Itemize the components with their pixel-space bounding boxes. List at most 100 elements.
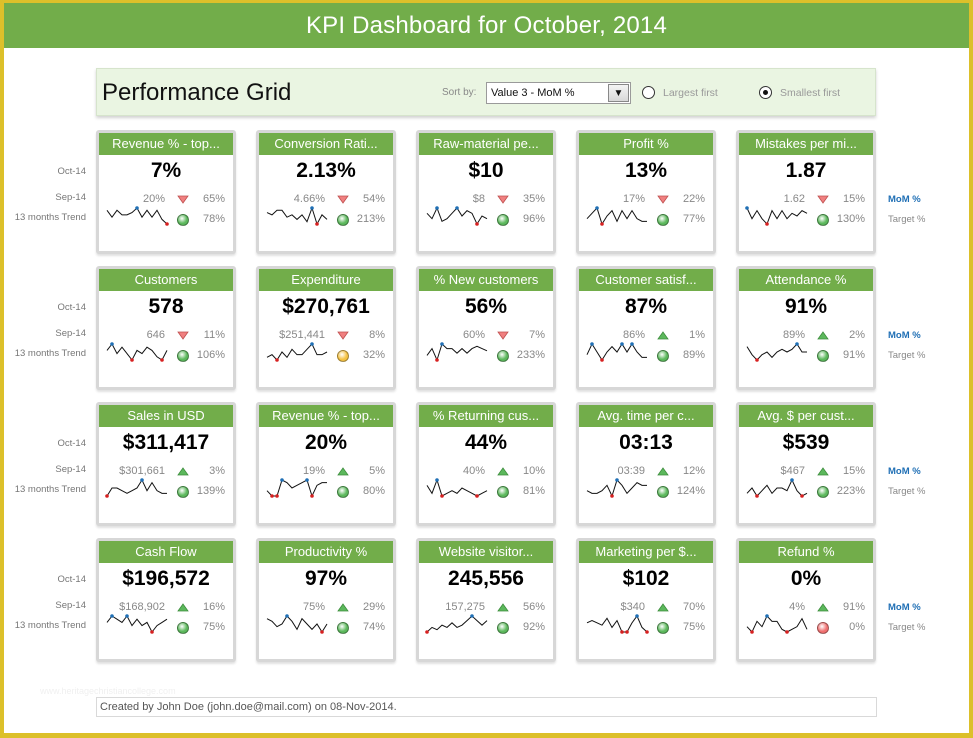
sparkline-low-point bbox=[165, 222, 169, 226]
trend-label: 13 months Trend bbox=[14, 620, 86, 631]
sparkline-high-point bbox=[765, 614, 769, 618]
kpi-card[interactable]: % Returning cus... 44% 40% 10% 81% bbox=[416, 402, 556, 526]
kpi-target-percent: 75% bbox=[682, 621, 705, 633]
current-period-label: Oct-14 bbox=[57, 166, 86, 177]
kpi-target-percent: 106% bbox=[196, 349, 225, 361]
dropdown-arrow-icon[interactable]: ▼ bbox=[608, 84, 629, 102]
kpi-card-title: Customer satisf... bbox=[579, 269, 713, 291]
mom-legend: MoM % bbox=[888, 330, 921, 341]
trend-sparkline bbox=[426, 478, 488, 498]
kpi-previous-value: $467 bbox=[780, 465, 805, 477]
kpi-target-percent: 92% bbox=[522, 621, 545, 633]
sparkline-low-point bbox=[275, 494, 279, 498]
sparkline-low-point bbox=[645, 630, 649, 634]
kpi-previous-value: $301,661 bbox=[119, 465, 165, 477]
trend-sparkline bbox=[746, 478, 808, 498]
target-legend: Target % bbox=[888, 214, 926, 225]
kpi-card[interactable]: Attendance % 91% 89% 2% 91% bbox=[736, 266, 876, 390]
kpi-card-title: % Returning cus... bbox=[419, 405, 553, 427]
kpi-target-percent: 32% bbox=[362, 349, 385, 361]
sparkline-high-point bbox=[305, 478, 309, 482]
target-status-good-icon bbox=[657, 350, 669, 362]
kpi-mom-percent: 16% bbox=[202, 601, 225, 613]
sparkline-high-point bbox=[590, 342, 594, 346]
sparkline-low-point bbox=[150, 630, 154, 634]
mom-legend: MoM % bbox=[888, 602, 921, 613]
kpi-card[interactable]: Avg. $ per cust... $539 $467 15% 223% bbox=[736, 402, 876, 526]
mom-down-triangle-icon bbox=[337, 195, 349, 204]
previous-period-label: Sep-14 bbox=[55, 328, 86, 339]
kpi-card[interactable]: Conversion Rati... 2.13% 4.66% 54% 213% bbox=[256, 130, 396, 254]
trend-sparkline bbox=[106, 614, 168, 634]
target-status-good-icon bbox=[177, 622, 189, 634]
sparkline-path bbox=[586, 342, 647, 361]
kpi-card[interactable]: Profit % 13% 17% 22% 77% bbox=[576, 130, 716, 254]
sparkline-low-point bbox=[600, 222, 604, 226]
sparkline-path bbox=[106, 478, 167, 497]
kpi-card[interactable]: Sales in USD $311,417 $301,661 3% 139% bbox=[96, 402, 236, 526]
kpi-mom-percent: 70% bbox=[682, 601, 705, 613]
mom-down-triangle-icon bbox=[657, 195, 669, 204]
target-legend: Target % bbox=[888, 622, 926, 633]
kpi-card[interactable]: Revenue % - top... 20% 19% 5% 80% bbox=[256, 402, 396, 526]
kpi-target-percent: 139% bbox=[196, 485, 225, 497]
kpi-mom-percent: 54% bbox=[362, 193, 385, 205]
sort-by-value: Value 3 - MoM % bbox=[491, 87, 575, 99]
kpi-card[interactable]: Refund % 0% 4% 91% 0% bbox=[736, 538, 876, 662]
kpi-card[interactable]: Revenue % - top... 7% 20% 65% 78% bbox=[96, 130, 236, 254]
kpi-card[interactable]: Mistakes per mi... 1.87 1.62 15% 130% bbox=[736, 130, 876, 254]
kpi-target-percent: 124% bbox=[676, 485, 705, 497]
kpi-target-percent: 80% bbox=[362, 485, 385, 497]
kpi-previous-value: 17% bbox=[622, 193, 645, 205]
kpi-card[interactable]: % New customers 56% 60% 7% 233% bbox=[416, 266, 556, 390]
target-status-good-icon bbox=[657, 486, 669, 498]
radio-unchecked-icon[interactable] bbox=[642, 86, 655, 99]
previous-period-label: Sep-14 bbox=[55, 192, 86, 203]
kpi-current-value: 2.13% bbox=[296, 159, 356, 182]
sparkline-low-point bbox=[750, 630, 754, 634]
target-status-good-icon bbox=[337, 486, 349, 498]
kpi-card[interactable]: Raw-material pe... $10 $8 35% 96% bbox=[416, 130, 556, 254]
mom-up-triangle-icon bbox=[817, 331, 829, 340]
kpi-current-value: 03:13 bbox=[619, 431, 673, 454]
largest-first-radio[interactable]: Largest first bbox=[642, 86, 718, 99]
mom-up-triangle-icon bbox=[657, 467, 669, 476]
kpi-mom-percent: 11% bbox=[203, 329, 225, 341]
sparkline-low-point bbox=[320, 630, 324, 634]
sparkline-high-point bbox=[790, 478, 794, 482]
kpi-card-title: Mistakes per mi... bbox=[739, 133, 873, 155]
current-period-label: Oct-14 bbox=[57, 438, 86, 449]
kpi-card[interactable]: Website visitor... 245,556 157,275 56% 92% bbox=[416, 538, 556, 662]
kpi-card[interactable]: Customers 578 646 11% 106% bbox=[96, 266, 236, 390]
kpi-card[interactable]: Customer satisf... 87% 86% 1% 89% bbox=[576, 266, 716, 390]
kpi-card[interactable]: Avg. time per c... 03:13 03:39 12% 124% bbox=[576, 402, 716, 526]
kpi-target-percent: 91% bbox=[842, 349, 865, 361]
kpi-card-title: Productivity % bbox=[259, 541, 393, 563]
watermark: www.heritagechristiancollege.com bbox=[40, 686, 176, 696]
kpi-previous-value: $340 bbox=[620, 601, 645, 613]
trend-sparkline bbox=[746, 342, 807, 362]
kpi-card[interactable]: Expenditure $270,761 $251,441 8% 32% bbox=[256, 266, 396, 390]
kpi-card-title: Profit % bbox=[579, 133, 713, 155]
kpi-card[interactable]: Productivity % 97% 75% 29% 74% bbox=[256, 538, 396, 662]
mom-up-triangle-icon bbox=[817, 467, 829, 476]
target-status-good-icon bbox=[497, 214, 509, 226]
sparkline-high-point bbox=[635, 614, 639, 618]
kpi-card[interactable]: Marketing per $... $102 $340 70% 75% bbox=[576, 538, 716, 662]
kpi-mom-percent: 29% bbox=[362, 601, 385, 613]
sparkline-high-point bbox=[310, 342, 314, 346]
target-status-good-icon bbox=[657, 622, 669, 634]
sort-by-dropdown[interactable]: Value 3 - MoM % ▼ bbox=[486, 82, 631, 104]
kpi-card[interactable]: Cash Flow $196,572 $168,902 16% 75% bbox=[96, 538, 236, 662]
mom-down-triangle-icon bbox=[817, 195, 829, 204]
smallest-first-radio[interactable]: Smallest first bbox=[759, 86, 842, 99]
kpi-current-value: 44% bbox=[464, 431, 508, 454]
kpi-current-value: 97% bbox=[304, 567, 348, 590]
sparkline-low-point bbox=[160, 358, 164, 362]
trend-label: 13 months Trend bbox=[14, 484, 86, 495]
sparkline-path bbox=[106, 615, 168, 633]
radio-checked-icon[interactable] bbox=[759, 86, 772, 99]
mom-down-triangle-icon bbox=[497, 331, 509, 340]
kpi-current-value: 578 bbox=[148, 295, 184, 318]
target-status-good-icon bbox=[657, 214, 669, 226]
